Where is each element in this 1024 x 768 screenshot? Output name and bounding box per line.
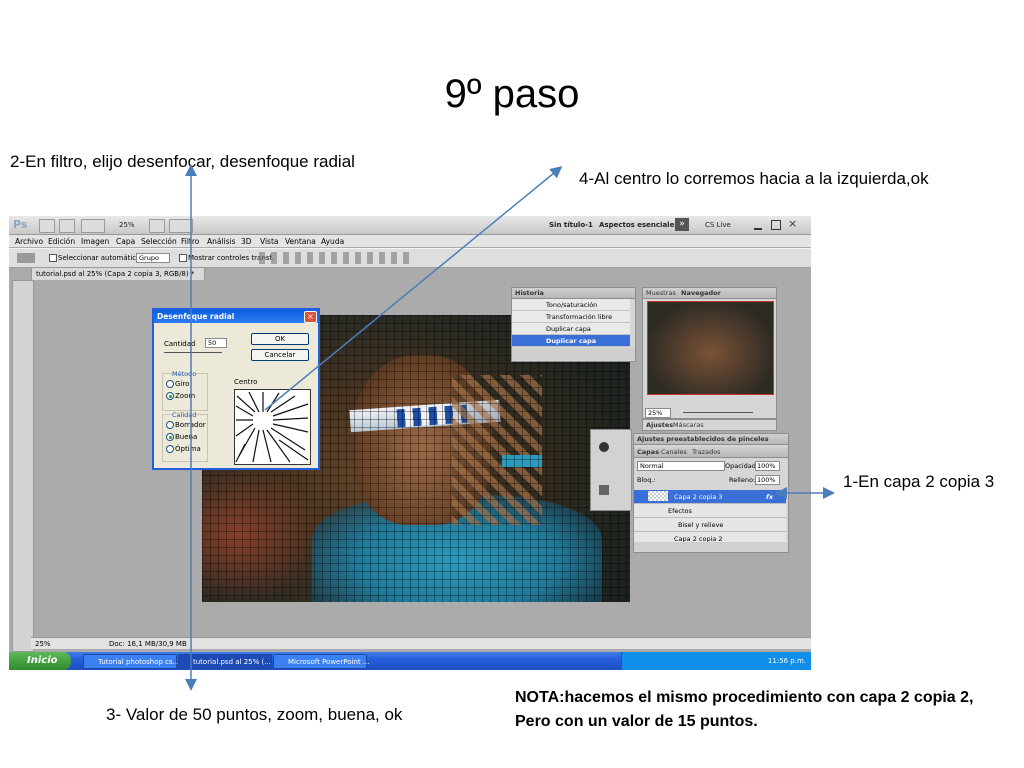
arrow-step4 — [264, 166, 563, 411]
annotation-arrows — [185, 164, 835, 691]
